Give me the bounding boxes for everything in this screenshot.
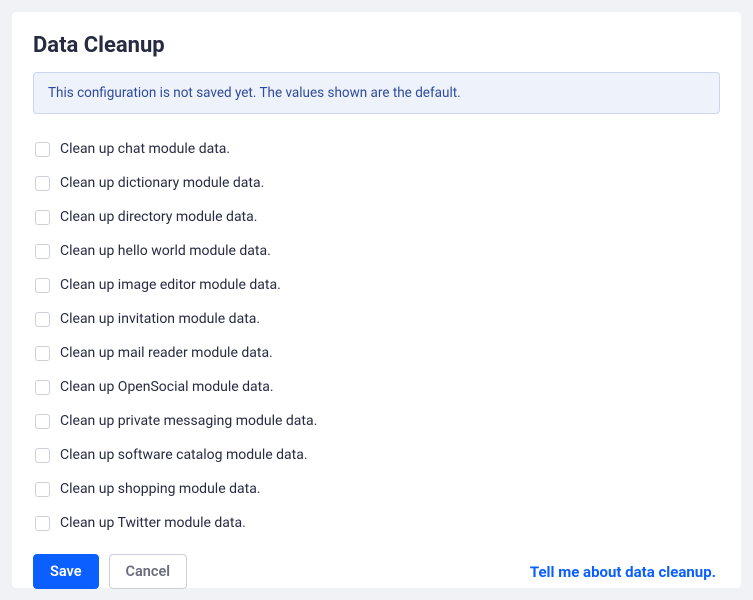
checkbox-label-software-catalog: Clean up software catalog module data. — [60, 447, 308, 463]
checkbox-mail-reader[interactable] — [35, 346, 50, 361]
checkbox-row-invitation[interactable]: Clean up invitation module data. — [35, 302, 720, 336]
info-banner: This configuration is not saved yet. The… — [33, 72, 720, 114]
checkbox-label-twitter: Clean up Twitter module data. — [60, 515, 246, 531]
checkbox-opensocial[interactable] — [35, 380, 50, 395]
cancel-button[interactable]: Cancel — [109, 554, 188, 589]
checkbox-row-hello-world[interactable]: Clean up hello world module data. — [35, 234, 720, 268]
page-title: Data Cleanup — [33, 33, 720, 58]
checkbox-label-dictionary: Clean up dictionary module data. — [60, 175, 264, 191]
checkbox-shopping[interactable] — [35, 482, 50, 497]
checkbox-row-dictionary[interactable]: Clean up dictionary module data. — [35, 166, 720, 200]
checkbox-row-directory[interactable]: Clean up directory module data. — [35, 200, 720, 234]
checkbox-label-shopping: Clean up shopping module data. — [60, 481, 261, 497]
checkbox-row-mail-reader[interactable]: Clean up mail reader module data. — [35, 336, 720, 370]
button-group-left: Save Cancel — [33, 554, 187, 589]
checkbox-label-directory: Clean up directory module data. — [60, 209, 257, 225]
checkbox-label-mail-reader: Clean up mail reader module data. — [60, 345, 273, 361]
checkbox-twitter[interactable] — [35, 516, 50, 531]
checkbox-hello-world[interactable] — [35, 244, 50, 259]
data-cleanup-panel: Data Cleanup This configuration is not s… — [12, 12, 741, 588]
checkbox-row-chat[interactable]: Clean up chat module data. — [35, 132, 720, 166]
button-row: Save Cancel Tell me about data cleanup. — [33, 554, 720, 589]
checkbox-row-shopping[interactable]: Clean up shopping module data. — [35, 472, 720, 506]
checkbox-label-invitation: Clean up invitation module data. — [60, 311, 260, 327]
checkbox-row-twitter[interactable]: Clean up Twitter module data. — [35, 506, 720, 540]
checkbox-label-opensocial: Clean up OpenSocial module data. — [60, 379, 274, 395]
checkbox-list: Clean up chat module data. Clean up dicti… — [35, 132, 720, 540]
checkbox-chat[interactable] — [35, 142, 50, 157]
checkbox-software-catalog[interactable] — [35, 448, 50, 463]
checkbox-row-software-catalog[interactable]: Clean up software catalog module data. — [35, 438, 720, 472]
checkbox-label-private-messaging: Clean up private messaging module data. — [60, 413, 317, 429]
checkbox-row-private-messaging[interactable]: Clean up private messaging module data. — [35, 404, 720, 438]
save-button[interactable]: Save — [33, 554, 99, 589]
checkbox-row-image-editor[interactable]: Clean up image editor module data. — [35, 268, 720, 302]
help-link[interactable]: Tell me about data cleanup. — [530, 563, 716, 581]
checkbox-row-opensocial[interactable]: Clean up OpenSocial module data. — [35, 370, 720, 404]
checkbox-private-messaging[interactable] — [35, 414, 50, 429]
checkbox-label-hello-world: Clean up hello world module data. — [60, 243, 271, 259]
checkbox-label-chat: Clean up chat module data. — [60, 141, 230, 157]
checkbox-invitation[interactable] — [35, 312, 50, 327]
checkbox-label-image-editor: Clean up image editor module data. — [60, 277, 281, 293]
checkbox-dictionary[interactable] — [35, 176, 50, 191]
checkbox-directory[interactable] — [35, 210, 50, 225]
checkbox-image-editor[interactable] — [35, 278, 50, 293]
